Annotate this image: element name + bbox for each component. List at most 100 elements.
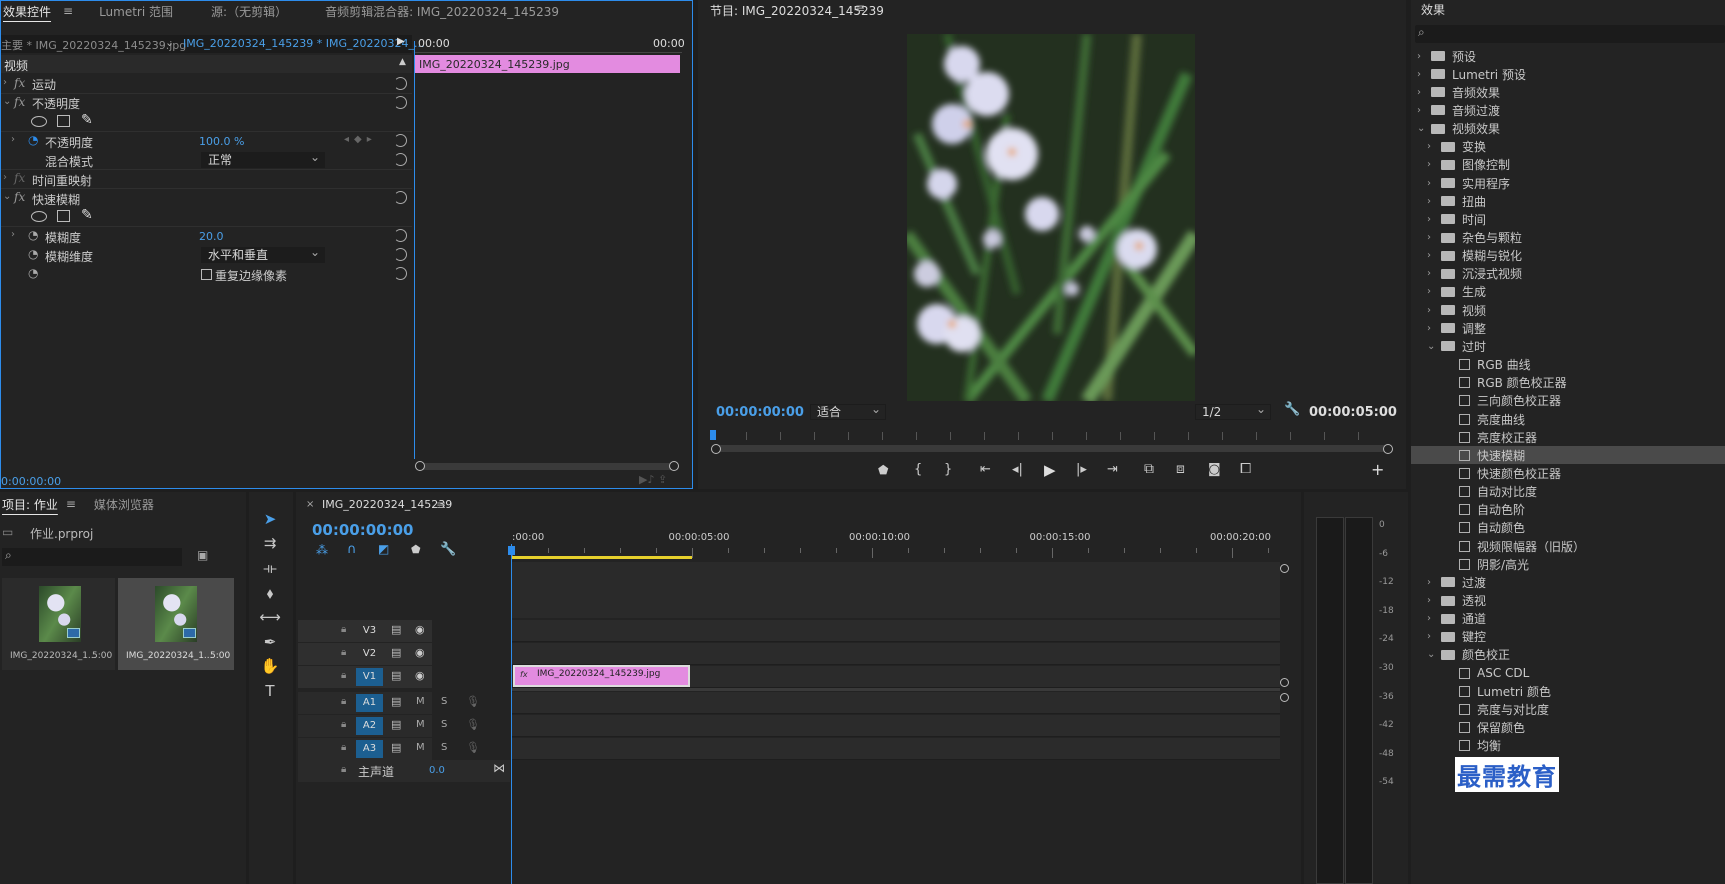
lock-icon[interactable]: 🔒︎	[341, 719, 346, 730]
fx-badge-fast-blur[interactable]: fx	[14, 190, 25, 204]
reset-opacity-icon[interactable]	[394, 96, 407, 109]
hand-tool-icon[interactable]: ✋	[258, 655, 282, 677]
chevron-down-icon[interactable]: ⌄	[1427, 341, 1441, 352]
master-clip-label[interactable]: 主要 * IMG_20220324_145239.jpg	[1, 37, 186, 53]
effects-item[interactable]: 三向颜色校正器	[1411, 392, 1725, 410]
expand-opacity-icon[interactable]: ⌄	[3, 96, 11, 107]
nest-toggle-icon[interactable]: ⁂	[316, 543, 328, 557]
effects-item[interactable]: 阴影/高光	[1411, 555, 1725, 573]
go-to-in-icon[interactable]: ⇤	[980, 462, 991, 477]
effects-folder[interactable]: › 实用程序	[1411, 174, 1725, 192]
tab-project[interactable]: 项目: 作业	[0, 496, 58, 513]
sync-lock-icon[interactable]: ▤	[391, 623, 401, 636]
pen-tool-icon[interactable]: ✒	[258, 631, 282, 653]
video-audio-divider[interactable]	[512, 688, 1280, 691]
selection-tool-icon[interactable]: ➤	[258, 508, 282, 530]
sequence-tab[interactable]: IMG_20220324_145239	[322, 498, 452, 511]
expand-fast-blur-icon[interactable]: ⌄	[3, 191, 11, 202]
opacity-value[interactable]: 100.0 %	[199, 135, 244, 148]
program-zoom-handle-left[interactable]	[711, 444, 721, 454]
mark-out-icon[interactable]: }	[944, 462, 952, 477]
sync-lock-icon[interactable]: ▤	[391, 695, 401, 708]
tab-media-browser[interactable]: 媒体浏览器	[94, 496, 154, 513]
program-zoom-handle-right[interactable]	[1383, 444, 1393, 454]
chevron-right-icon[interactable]: ›	[1417, 69, 1431, 80]
sync-lock-icon[interactable]: ▤	[391, 741, 401, 754]
effects-item[interactable]: 保留颜色	[1411, 719, 1725, 737]
ec-scroll-handle-right[interactable]	[669, 461, 679, 471]
sync-lock-icon[interactable]: ▤	[391, 718, 401, 731]
reset-dimensions-icon[interactable]	[394, 248, 407, 261]
stopwatch-blurriness-icon[interactable]: ◔	[28, 228, 38, 242]
effects-folder[interactable]: › 透视	[1411, 592, 1725, 610]
chevron-right-icon[interactable]: ›	[1417, 105, 1431, 116]
chevron-right-icon[interactable]: ›	[1427, 613, 1441, 624]
ec-scroll-handle-left[interactable]	[415, 461, 425, 471]
effects-folder[interactable]: ⌄ 视频效果	[1411, 120, 1725, 138]
razor-tool-icon[interactable]: ⬧	[258, 582, 282, 604]
v-scroll-handle-audio[interactable]	[1280, 693, 1289, 702]
effects-folder[interactable]: › 音频过渡	[1411, 101, 1725, 119]
effects-folder[interactable]: ⌄ 过时	[1411, 337, 1725, 355]
program-scrubber-ruler[interactable]	[712, 432, 1392, 440]
sync-lock-icon[interactable]: ▤	[391, 646, 401, 659]
effects-folder[interactable]: › 图像控制	[1411, 156, 1725, 174]
effects-folder[interactable]: › 视频	[1411, 301, 1725, 319]
fx-badge-motion[interactable]: fx	[14, 76, 25, 90]
ec-timecode[interactable]: 0:00:00:00	[1, 475, 61, 488]
effects-folder[interactable]: › 时间	[1411, 210, 1725, 228]
tab-audio-clip-mixer[interactable]: 音频剪辑混合器: IMG_20220324_145239	[313, 3, 571, 20]
play-icon[interactable]: ▶	[1044, 461, 1056, 479]
repeat-edge-checkbox[interactable]	[201, 269, 212, 280]
reset-opacity-param-icon[interactable]	[394, 134, 407, 147]
keyframe-nav-icon[interactable]: ◂◆▸	[344, 134, 377, 145]
blurriness-value[interactable]: 20.0	[199, 230, 224, 243]
effects-item[interactable]: RGB 颜色校正器	[1411, 374, 1725, 392]
sequence-clip-label[interactable]: IMG_20220324_145239 * IMG_20220324_...	[183, 37, 424, 50]
track-label[interactable]: V2	[356, 645, 383, 663]
project-item-2[interactable]: IMG_20220324_1... 5:00	[118, 578, 234, 670]
track-lane-a3[interactable]	[512, 738, 1280, 760]
chevron-right-icon[interactable]: ›	[1427, 178, 1441, 189]
effects-item[interactable]: 自动对比度	[1411, 483, 1725, 501]
lock-icon[interactable]: 🔒︎	[341, 670, 346, 681]
panel-menu-icon[interactable]: ≡	[436, 498, 446, 512]
chevron-right-icon[interactable]: ›	[1427, 232, 1441, 243]
effects-item[interactable]: 亮度曲线	[1411, 410, 1725, 428]
track-label[interactable]: V1	[356, 668, 383, 686]
ellipse-mask-icon-2[interactable]	[31, 211, 47, 222]
track-lane-v2[interactable]	[512, 643, 1280, 665]
effects-item[interactable]: 快速颜色校正器	[1411, 464, 1725, 482]
reset-blurriness-icon[interactable]	[394, 229, 407, 242]
effects-item[interactable]: 均衡	[1411, 737, 1725, 755]
panel-menu-icon[interactable]: ≡	[66, 497, 76, 511]
program-timecode[interactable]: 00:00:00:00	[716, 405, 804, 420]
reset-motion-icon[interactable]	[394, 77, 407, 90]
lock-icon[interactable]: 🔒︎	[341, 696, 346, 707]
track-label[interactable]: A2	[356, 717, 383, 735]
rectangle-mask-icon[interactable]	[57, 115, 70, 127]
solo-button[interactable]: S	[441, 719, 447, 730]
effects-folder[interactable]: › 预设	[1411, 47, 1725, 65]
lift-icon[interactable]: ⧉	[1144, 461, 1154, 477]
chevron-right-icon[interactable]: ›	[1427, 250, 1441, 261]
panel-menu-icon[interactable]: ≡	[855, 1, 865, 15]
project-item-1[interactable]: IMG_20220324_1... 5:00	[2, 578, 115, 670]
compare-view-icon[interactable]: ⧠	[1240, 461, 1251, 477]
add-marker-icon[interactable]: ⬟	[878, 463, 888, 477]
resolution-select[interactable]: 1/2	[1195, 402, 1271, 420]
step-forward-icon[interactable]: |▸	[1076, 462, 1087, 477]
ellipse-mask-icon[interactable]	[31, 116, 47, 127]
sync-lock-icon[interactable]: ▤	[391, 669, 401, 682]
effects-folder[interactable]: ⌄ 颜色校正	[1411, 646, 1725, 664]
go-to-out-icon[interactable]: ⇥	[1107, 462, 1118, 477]
timeline-playhead-head[interactable]	[508, 546, 515, 555]
chevron-right-icon[interactable]: ›	[1427, 286, 1441, 297]
type-tool-icon[interactable]: T	[258, 680, 282, 702]
wrench-icon[interactable]: 🔧	[1284, 402, 1300, 417]
export-frame-icon[interactable]: ◙	[1208, 462, 1221, 477]
track-label[interactable]: V3	[356, 622, 383, 640]
effects-item[interactable]: 自动颜色	[1411, 519, 1725, 537]
linked-selection-icon[interactable]: ◩	[378, 542, 389, 556]
tab-source[interactable]: 源:（无剪辑）	[199, 3, 299, 20]
